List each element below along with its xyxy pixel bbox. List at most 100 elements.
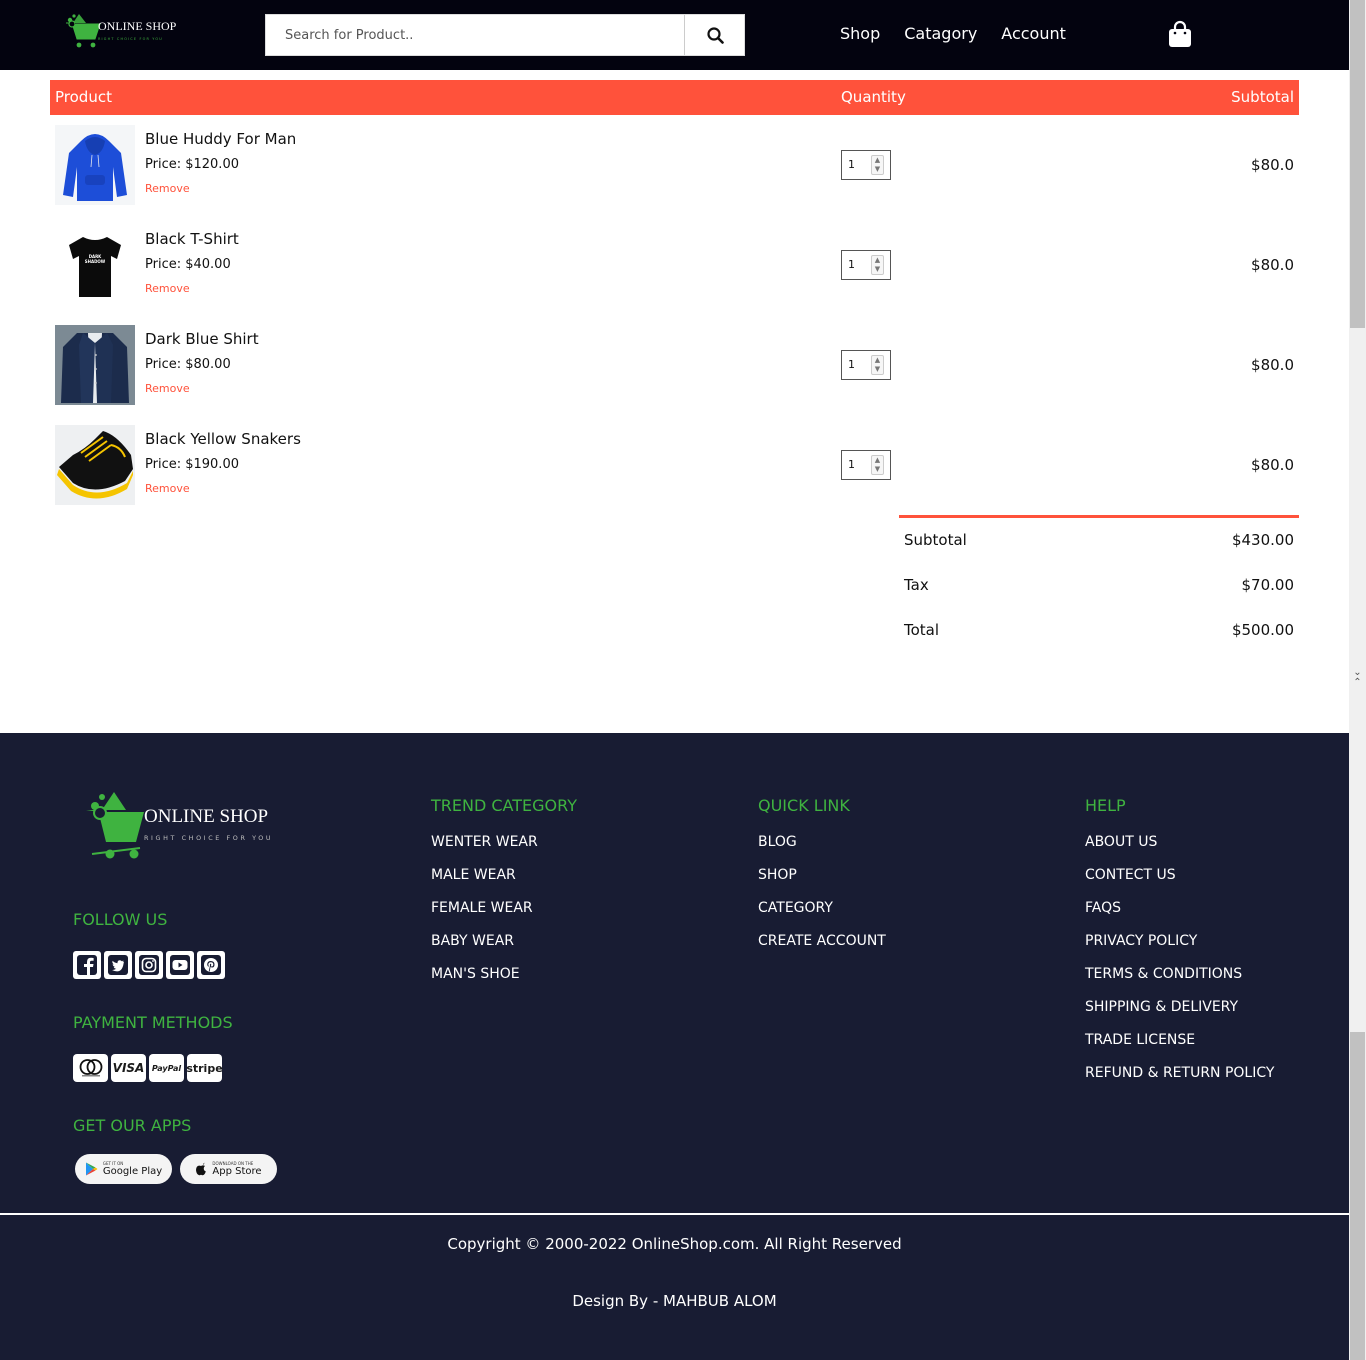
- online-shop-logo[interactable]: ONLINE SHOP RIGHT CHOICE FOR YOU: [64, 11, 184, 51]
- totals-row-tax: Tax $70.00: [899, 563, 1299, 608]
- product-image-blue-hoodie[interactable]: [55, 125, 135, 205]
- spin-arrows-icon[interactable]: ▲ ▼: [871, 255, 884, 275]
- stripe-icon: stripe: [186, 1054, 223, 1082]
- row-subtotal: $80.0: [1251, 256, 1294, 274]
- footer-link-about-us[interactable]: ABOUT US: [1085, 834, 1157, 850]
- product-image-dark-blue-shirt[interactable]: [55, 325, 135, 405]
- scrollbar-thumb-lower[interactable]: [1350, 1032, 1365, 1360]
- footer-link-trade-license[interactable]: TRADE LICENSE: [1085, 1032, 1195, 1048]
- remove-link[interactable]: Remove: [145, 182, 190, 195]
- apple-icon: [196, 1162, 207, 1176]
- footer-col-title: QUICK LINK: [758, 796, 850, 815]
- footer-link-category[interactable]: CATEGORY: [758, 900, 833, 916]
- remove-link[interactable]: Remove: [145, 282, 190, 295]
- copyright-text: Copyright © 2000-2022 OnlineShop.com. Al…: [447, 1235, 902, 1253]
- mastercard-icon: [73, 1054, 108, 1082]
- get-apps-title: GET OUR APPS: [73, 1116, 192, 1135]
- cart-row: Dark Blue Shirt Price: $80.00 Remove 1 ▲…: [55, 325, 1294, 405]
- follow-us-title: FOLLOW US: [73, 910, 168, 929]
- spin-arrows-icon[interactable]: ▲ ▼: [871, 155, 884, 175]
- search-box: [265, 14, 745, 56]
- remove-link[interactable]: Remove: [145, 382, 190, 395]
- footer-link-create-account[interactable]: CREATE ACCOUNT: [758, 933, 886, 949]
- totals-value: $70.00: [1241, 576, 1295, 594]
- scrollbar-thumb[interactable]: [1350, 0, 1365, 328]
- row-subtotal: $80.0: [1251, 456, 1294, 474]
- nav-links: Shop Catagory Account: [840, 24, 1066, 43]
- footer-link-male-wear[interactable]: MALE WEAR: [431, 867, 516, 883]
- footer-col-title: HELP: [1085, 796, 1126, 815]
- footer-col-title: TREND CATEGORY: [431, 796, 577, 815]
- nav-account[interactable]: Account: [1001, 24, 1066, 43]
- cart-row: Black Yellow Snakers Price: $190.00 Remo…: [55, 425, 1294, 505]
- cart-row: Blue Huddy For Man Price: $120.00 Remove…: [55, 125, 1294, 205]
- footer-logo-name: ONLINE SHOP: [144, 806, 268, 827]
- quantity-value: 1: [848, 458, 855, 471]
- footer-link-refund-return-policy[interactable]: REFUND & RETURN POLICY: [1085, 1065, 1274, 1081]
- footer-link-blog[interactable]: BLOG: [758, 834, 797, 850]
- footer-link-privacy-policy[interactable]: PRIVACY POLICY: [1085, 933, 1197, 949]
- footer-divider: [0, 1213, 1349, 1215]
- remove-link[interactable]: Remove: [145, 482, 190, 495]
- nav-catagory[interactable]: Catagory: [904, 24, 977, 43]
- product-image-black-yellow-sneakers[interactable]: [55, 425, 135, 505]
- col-quantity: Quantity: [841, 88, 906, 106]
- product-price: Price: $120.00: [145, 157, 239, 172]
- product-image-black-tshirt[interactable]: DARK SHADOW: [55, 225, 135, 305]
- product-price: Price: $190.00: [145, 457, 239, 472]
- google-play-label: Google Play: [102, 1166, 163, 1177]
- footer-logo[interactable]: ONLINE SHOP RIGHT CHOICE FOR YOU: [84, 788, 284, 862]
- search-button[interactable]: [684, 15, 745, 55]
- footer: ONLINE SHOP RIGHT CHOICE FOR YOU FOLLOW …: [0, 733, 1349, 1360]
- product-name: Blue Huddy For Man: [145, 130, 297, 148]
- google-play-badge[interactable]: GET IT ON Google Play: [75, 1154, 172, 1184]
- product-name: Black Yellow Snakers: [145, 430, 301, 448]
- nav-shop[interactable]: Shop: [840, 24, 880, 43]
- totals-row-total: Total $500.00: [899, 608, 1299, 653]
- quantity-value: 1: [848, 258, 855, 271]
- spin-arrows-icon[interactable]: ▲ ▼: [871, 455, 884, 475]
- footer-logo-tagline: RIGHT CHOICE FOR YOU: [144, 834, 273, 842]
- footer-link-female-wear[interactable]: FEMALE WEAR: [431, 900, 533, 916]
- spin-arrows-icon[interactable]: ▲ ▼: [871, 355, 884, 375]
- footer-link-shipping-delivery[interactable]: SHIPPING & DELIVERY: [1085, 999, 1238, 1015]
- quantity-stepper[interactable]: 1 ▲ ▼: [841, 250, 891, 280]
- instagram-icon[interactable]: [135, 951, 163, 979]
- twitter-icon[interactable]: [104, 951, 132, 979]
- quantity-stepper[interactable]: 1 ▲ ▼: [841, 150, 891, 180]
- row-subtotal: $80.0: [1251, 156, 1294, 174]
- cart-totals: Subtotal $430.00 Tax $70.00 Total $500.0…: [899, 515, 1299, 653]
- footer-link-shop[interactable]: SHOP: [758, 867, 797, 883]
- shopping-bag-icon[interactable]: [1168, 20, 1192, 48]
- product-price: Price: $40.00: [145, 257, 231, 272]
- footer-link-baby-wear[interactable]: BABY WEAR: [431, 933, 514, 949]
- design-by-text: Design By - MAHBUB ALOM: [572, 1292, 777, 1310]
- quantity-value: 1: [848, 358, 855, 371]
- search-input[interactable]: [266, 15, 684, 55]
- app-store-label: App Store: [212, 1166, 262, 1177]
- scroll-arrows-icon[interactable]: ⌄ ⌃: [1351, 668, 1364, 692]
- footer-link-wenter-wear[interactable]: WENTER WEAR: [431, 834, 538, 850]
- youtube-icon[interactable]: [166, 951, 194, 979]
- footer-col-trend-category: TREND CATEGORY WENTER WEAR MALE WEAR FEM…: [431, 796, 577, 997]
- svg-text:SHADOW: SHADOW: [85, 259, 106, 264]
- quantity-stepper[interactable]: 1 ▲ ▼: [841, 350, 891, 380]
- navbar: ONLINE SHOP RIGHT CHOICE FOR YOU Shop Ca…: [0, 0, 1349, 70]
- footer-col-quick-link: QUICK LINK BLOG SHOP CATEGORY CREATE ACC…: [758, 796, 886, 964]
- footer-link-mans-shoe[interactable]: MAN'S SHOE: [431, 966, 520, 982]
- footer-link-faqs[interactable]: FAQS: [1085, 900, 1121, 916]
- totals-label: Subtotal: [904, 531, 967, 549]
- footer-link-terms-conditions[interactable]: TERMS & CONDITIONS: [1085, 966, 1242, 982]
- quantity-stepper[interactable]: 1 ▲ ▼: [841, 450, 891, 480]
- cart-table-header: Product Quantity Subtotal: [50, 80, 1299, 115]
- facebook-icon[interactable]: [73, 951, 101, 979]
- app-store-badge[interactable]: DOWNLOAD ON THE App Store: [180, 1154, 277, 1184]
- pinterest-icon[interactable]: [197, 951, 225, 979]
- payment-methods-title: PAYMENT METHODS: [73, 1013, 233, 1032]
- page-scrollbar[interactable]: ⌄ ⌃: [1349, 0, 1366, 1360]
- footer-link-contect-us[interactable]: CONTECT US: [1085, 867, 1176, 883]
- product-name: Dark Blue Shirt: [145, 330, 259, 348]
- payment-icons: VISA PayPal stripe: [73, 1054, 223, 1082]
- product-name: Black T-Shirt: [145, 230, 239, 248]
- paypal-icon: PayPal: [149, 1054, 184, 1082]
